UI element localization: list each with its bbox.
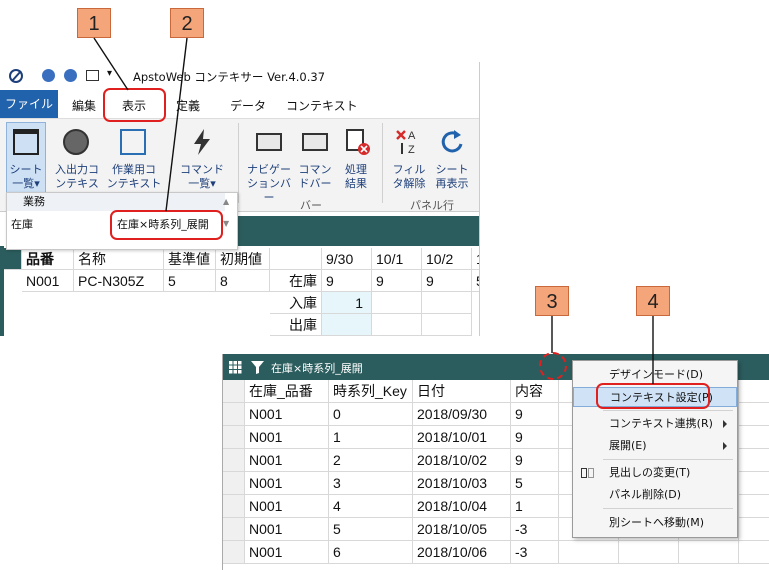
leader-lines (93, 37, 654, 384)
leader-line-1 (93, 37, 129, 91)
leader-line-2 (165, 37, 188, 212)
